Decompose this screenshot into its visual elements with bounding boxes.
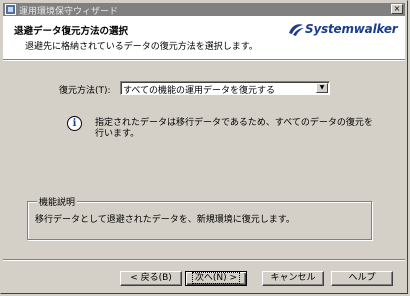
next-button[interactable]: 次へ(N) > [185, 271, 247, 286]
info-icon: i [67, 116, 82, 131]
restore-method-value: すべての機能の運用データを復元する [123, 86, 276, 96]
chevron-down-icon[interactable]: ▼ [316, 83, 328, 93]
back-button[interactable]: < 戻る(B) [120, 271, 182, 286]
logo-mark-icon [289, 24, 304, 36]
wizard-window: 運用環境保守ウィザード × 退避データ復元方法の選択 退避先に格納されているデー… [0, 0, 408, 294]
cancel-button[interactable]: キャンセル [262, 271, 324, 286]
restore-method-label: 復元方法(T): [59, 86, 111, 96]
app-icon [5, 4, 16, 15]
logo-text: Systemwalker [305, 22, 398, 36]
systemwalker-logo: Systemwalker [287, 22, 398, 38]
restore-method-select[interactable]: すべての機能の運用データを復元する ▼ [120, 81, 330, 96]
description-text: 移行データとして退避されたデータを、新規環境に復元します。 [35, 215, 295, 225]
back-button-label: < 戻る(B) [130, 273, 172, 283]
page-subtitle: 退避先に格納されているデータの復元方法を選択します。 [25, 42, 258, 52]
description-group-label: 機能説明 [37, 195, 78, 208]
help-button-label: ヘルプ [348, 273, 376, 283]
info-message: 指定されたデータは移行データであるため、すべてのデータの復元を行います。 [95, 118, 373, 139]
close-button[interactable]: × [391, 4, 403, 14]
cancel-button-label: キャンセル [270, 273, 316, 283]
title-bar[interactable]: 運用環境保守ウィザード × [3, 3, 405, 17]
next-button-label: 次へ(N) > [191, 272, 241, 284]
header-divider [3, 59, 405, 61]
wizard-header: 退避データ復元方法の選択 退避先に格納されているデータの復元方法を選択します。 … [3, 16, 405, 59]
footer-divider [3, 259, 405, 261]
page-title: 退避データ復元方法の選択 [14, 26, 129, 37]
help-button[interactable]: ヘルプ [331, 271, 393, 286]
